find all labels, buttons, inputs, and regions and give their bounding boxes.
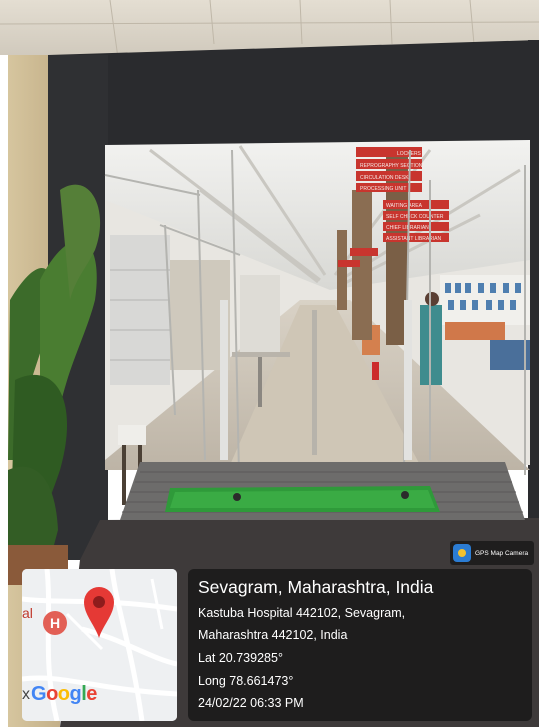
svg-text:CIRCULATION DESK: CIRCULATION DESK	[360, 175, 409, 181]
map-edge-label-x: x	[22, 686, 30, 703]
longitude: Long 78.661473°	[198, 674, 294, 688]
svg-text:SELF CHECK COUNTER: SELF CHECK COUNTER	[386, 214, 444, 220]
map-pin-app-icon	[453, 544, 471, 562]
google-letter: e	[86, 683, 97, 705]
svg-text:WAITING AREA: WAITING AREA	[386, 203, 423, 209]
hospital-h-letter: H	[49, 615, 61, 631]
svg-text:REPROGRAPHY SECTION: REPROGRAPHY SECTION	[360, 163, 423, 169]
google-letter: o	[46, 683, 58, 705]
location-title: Sevagram, Maharashtra, India	[198, 577, 434, 597]
gps-map-camera-badge: GPS Map Camera	[450, 541, 534, 565]
timestamp: 24/02/22 06:33 PM	[198, 696, 304, 710]
address-line-2: Maharashtra 442102, India	[198, 628, 348, 642]
location-info-panel: Sevagram, Maharashtra, India Kastuba Hos…	[188, 569, 532, 721]
svg-text:ASSISTANT LIBRARIAN: ASSISTANT LIBRARIAN	[386, 236, 441, 242]
google-logo: Google	[31, 683, 97, 706]
google-letter: o	[57, 683, 70, 705]
badge-label: GPS Map Camera	[475, 549, 529, 557]
red-map-pin-icon	[84, 587, 114, 638]
latitude: Lat 20.739285°	[198, 651, 283, 665]
address-line-1: Kastuba Hospital 442102, Sevagram,	[198, 606, 406, 620]
google-letter: G	[31, 683, 47, 705]
hospital-h-icon: H	[42, 610, 68, 636]
map-edge-label: al	[22, 605, 33, 621]
svg-text:PROCESSING UNIT: PROCESSING UNIT	[360, 186, 406, 192]
google-letter: g	[69, 683, 82, 705]
